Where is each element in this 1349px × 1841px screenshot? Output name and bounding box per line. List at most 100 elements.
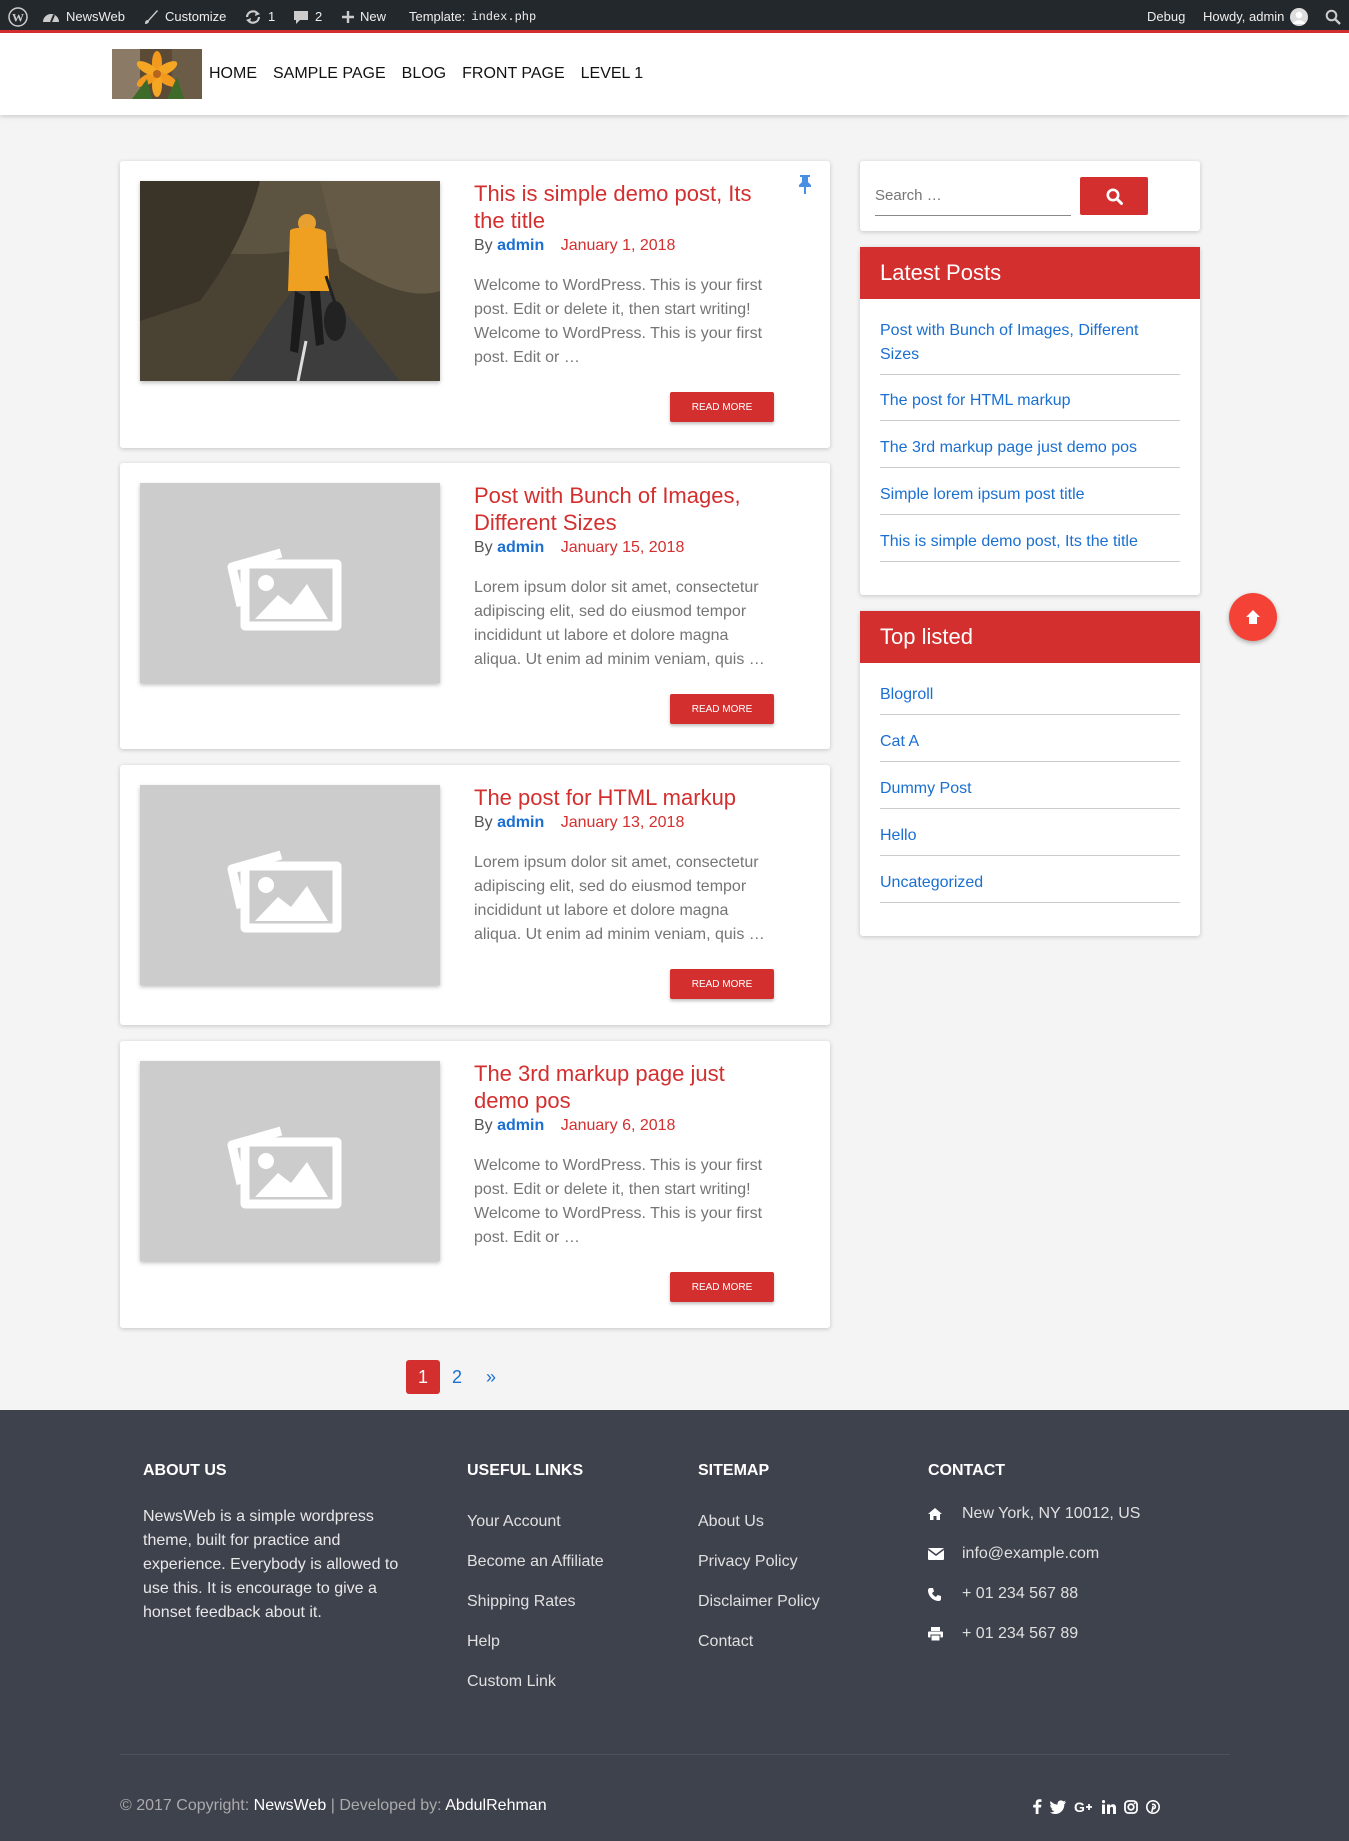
pinterest-icon[interactable]: [1146, 1799, 1160, 1814]
contact-email[interactable]: info@example.com: [928, 1545, 1099, 1563]
post-excerpt: Lorem ipsum dolor sit amet, consectetur …: [474, 579, 765, 668]
site-footer: ABOUT US NewsWeb is a simple wordpress t…: [0, 1410, 1349, 1841]
search-button[interactable]: [1080, 177, 1148, 215]
latest-posts-widget: Latest Posts Post with Bunch of Images, …: [860, 247, 1200, 595]
post-thumbnail-placeholder[interactable]: [140, 1061, 440, 1261]
footer-link[interactable]: Privacy Policy: [698, 1553, 798, 1571]
latest-post-link[interactable]: Post with Bunch of Images, Different Siz…: [880, 319, 1180, 375]
page-link-2[interactable]: 2: [440, 1360, 474, 1394]
nav-item-home[interactable]: HOME: [209, 65, 257, 83]
linkedin-icon[interactable]: [1102, 1799, 1116, 1814]
copyright-site-link[interactable]: NewsWeb: [254, 1797, 327, 1814]
footer-link[interactable]: Custom Link: [467, 1673, 556, 1691]
footer-link[interactable]: Shipping Rates: [467, 1593, 576, 1611]
category-link[interactable]: Cat A: [880, 730, 1180, 762]
admin-bar-updates[interactable]: 1: [244, 0, 275, 33]
read-more-button[interactable]: READ MORE: [670, 969, 774, 999]
read-more-button[interactable]: READ MORE: [670, 1272, 774, 1302]
nav-item-level-1[interactable]: LEVEL 1: [581, 65, 644, 83]
post-excerpt: Welcome to WordPress. This is your first…: [474, 277, 763, 366]
post-thumbnail[interactable]: [140, 181, 440, 381]
post-thumbnail-placeholder[interactable]: [140, 785, 440, 985]
footer-link[interactable]: Contact: [698, 1633, 753, 1651]
post-author[interactable]: admin: [497, 237, 544, 254]
post-by-label: By: [474, 1117, 493, 1134]
footer-link[interactable]: About Us: [698, 1513, 764, 1531]
post-date[interactable]: January 6, 2018: [561, 1117, 676, 1134]
nav-item-sample-page[interactable]: SAMPLE PAGE: [273, 65, 386, 83]
post-title[interactable]: The post for HTML markup: [474, 784, 764, 811]
admin-bar-customize[interactable]: Customize: [143, 0, 226, 33]
footer-link[interactable]: Your Account: [467, 1513, 561, 1531]
footer-link[interactable]: Become an Affiliate: [467, 1553, 604, 1571]
admin-bar-template[interactable]: Template: index.php: [409, 0, 536, 33]
developer-link[interactable]: AbdulRehman: [445, 1797, 546, 1814]
wordpress-logo-icon[interactable]: W: [8, 0, 28, 33]
post-author[interactable]: admin: [497, 539, 544, 556]
footer-link[interactable]: Help: [467, 1633, 500, 1651]
google-plus-icon[interactable]: G: [1074, 1800, 1094, 1814]
contact-email-text: info@example.com: [962, 1545, 1100, 1562]
category-link[interactable]: Uncategorized: [880, 871, 1180, 903]
admin-bar-search-icon[interactable]: [1325, 0, 1341, 33]
post-by-label: By: [474, 237, 493, 254]
footer-about: ABOUT US: [143, 1462, 227, 1482]
latest-post-link[interactable]: This is simple demo post, Its the title: [880, 530, 1180, 562]
category-link[interactable]: Blogroll: [880, 683, 1180, 715]
footer-link[interactable]: Disclaimer Policy: [698, 1593, 820, 1611]
contact-address-text: New York, NY 10012, US: [962, 1505, 1141, 1522]
post-card: The 3rd markup page just demo pos By adm…: [120, 1041, 830, 1328]
read-more-button[interactable]: READ MORE: [670, 694, 774, 724]
latest-post-link[interactable]: The 3rd markup page just demo pos: [880, 436, 1180, 468]
post-date[interactable]: January 1, 2018: [561, 237, 676, 254]
nav-item-blog[interactable]: BLOG: [402, 65, 446, 83]
footer-about-text: NewsWeb is a simple wordpress theme, bui…: [143, 1508, 399, 1621]
page-current[interactable]: 1: [406, 1360, 440, 1394]
admin-bar-comments-count: 2: [315, 9, 323, 24]
post-author[interactable]: admin: [497, 1117, 544, 1134]
nav-item-front-page[interactable]: FRONT PAGE: [462, 65, 565, 83]
pin-icon: [799, 175, 811, 194]
avatar: [1290, 7, 1309, 26]
admin-bar-new[interactable]: New: [342, 0, 386, 33]
search-input[interactable]: [875, 176, 1071, 216]
footer-divider: [120, 1754, 1230, 1755]
main-nav: HOME SAMPLE PAGE BLOG FRONT PAGE LEVEL 1: [209, 33, 643, 115]
post-author[interactable]: admin: [497, 814, 544, 831]
footer-contact-heading: CONTACT: [928, 1462, 1006, 1479]
latest-post-link[interactable]: The post for HTML markup: [880, 389, 1180, 421]
post-card: Post with Bunch of Images, Different Siz…: [120, 463, 830, 749]
image-placeholder-icon: [227, 1126, 342, 1209]
back-to-top-button[interactable]: [1229, 593, 1277, 641]
post-title[interactable]: The 3rd markup page just demo pos: [474, 1060, 764, 1114]
admin-bar-howdy: Howdy, admin: [1203, 9, 1285, 24]
read-more-button[interactable]: READ MORE: [670, 392, 774, 422]
post-title[interactable]: This is simple demo post, Its the title: [474, 180, 764, 234]
category-link[interactable]: Dummy Post: [880, 777, 1180, 809]
admin-bar-site[interactable]: NewsWeb: [42, 0, 125, 33]
admin-bar: W NewsWeb Customize 1 2 New Template: in…: [0, 0, 1349, 33]
twitter-icon[interactable]: [1050, 1799, 1066, 1814]
copyright-separator: | Developed by:: [330, 1797, 442, 1814]
admin-bar-template-label: Template:: [409, 9, 466, 24]
site-header: HOME SAMPLE PAGE BLOG FRONT PAGE LEVEL 1: [0, 33, 1349, 115]
admin-bar-account[interactable]: Howdy, admin: [1203, 0, 1309, 33]
plus-icon: [342, 10, 354, 23]
latest-post-link[interactable]: Simple lorem ipsum post title: [880, 483, 1180, 515]
post-title[interactable]: Post with Bunch of Images, Different Siz…: [474, 482, 764, 536]
admin-bar-debug-label: Debug: [1147, 9, 1186, 24]
next-page-button[interactable]: »: [474, 1360, 508, 1394]
post-thumbnail-placeholder[interactable]: [140, 483, 440, 683]
post-date[interactable]: January 13, 2018: [561, 814, 685, 831]
admin-bar-debug[interactable]: Debug: [1147, 0, 1185, 33]
post-date[interactable]: January 15, 2018: [561, 539, 685, 556]
facebook-icon[interactable]: [1032, 1799, 1042, 1814]
admin-bar-customize-label: Customize: [165, 9, 227, 24]
post-excerpt: Welcome to WordPress. This is your first…: [474, 1157, 763, 1246]
site-logo[interactable]: [112, 49, 202, 99]
admin-bar-comments[interactable]: 2: [293, 0, 322, 33]
admin-bar-site-name: NewsWeb: [66, 9, 126, 24]
instagram-icon[interactable]: [1124, 1799, 1138, 1814]
category-link[interactable]: Hello: [880, 824, 1180, 856]
print-icon: [928, 1627, 943, 1641]
